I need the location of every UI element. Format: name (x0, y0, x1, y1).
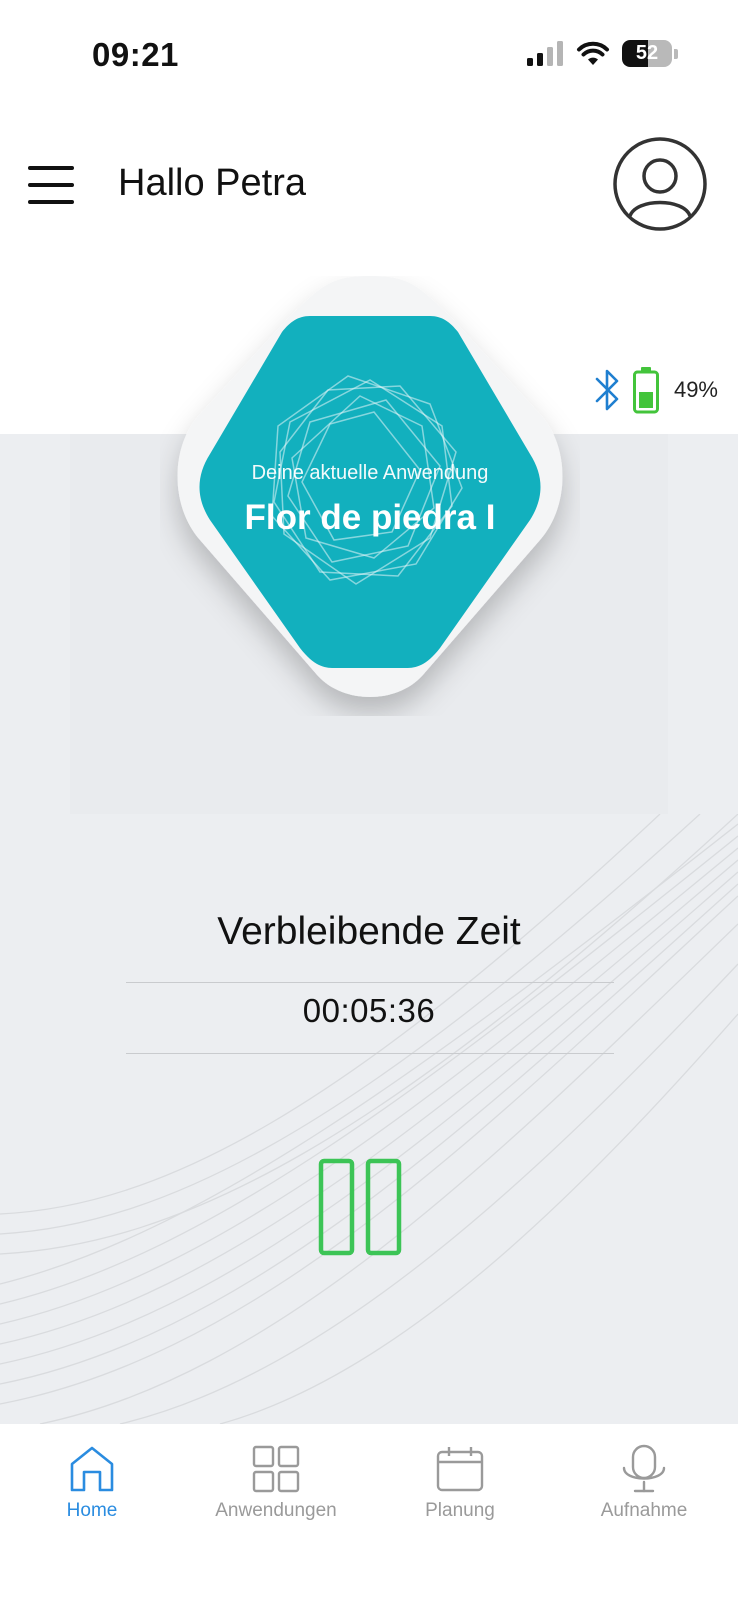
timer-divider-top (126, 982, 614, 983)
remaining-time-value: 00:05:36 (302, 992, 436, 1029)
user-avatar-icon[interactable] (612, 136, 708, 232)
remaining-time-label: Verbleibende Zeit (217, 910, 521, 953)
pause-button[interactable] (318, 1158, 404, 1258)
diamond-shape (177, 276, 563, 697)
home-icon (70, 1446, 114, 1492)
tab-planung-label: Planung (425, 1500, 495, 1521)
greeting-title: Hallo Petra (118, 162, 306, 204)
status-time: 09:21 (92, 36, 179, 73)
current-application-subtitle: Deine aktuelle Anwendung (251, 462, 489, 484)
hamburger-icon (28, 166, 74, 170)
tab-aufnahme[interactable]: Aufnahme (552, 1444, 736, 1534)
device-battery-percent: 49% (673, 377, 718, 402)
calendar-icon (436, 1447, 484, 1492)
wifi-icon (577, 41, 609, 65)
app-header: Hallo Petra (0, 130, 738, 240)
tab-aufnahme-label: Aufnahme (600, 1500, 688, 1521)
grid-icon (252, 1445, 300, 1493)
phone-battery-icon: 52 (622, 40, 672, 67)
hamburger-menu-button[interactable] (28, 166, 74, 204)
device-battery-icon (632, 367, 659, 414)
wave-pattern (0, 814, 738, 1424)
tab-planung[interactable]: Planung (368, 1444, 552, 1534)
tab-home-label: Home (66, 1500, 118, 1521)
phone-battery-level: 52 (635, 42, 659, 64)
pause-icon (318, 1158, 402, 1256)
bottom-tab-bar: Home Anwendungen Planung Aufnahme (0, 1424, 738, 1600)
signal-icon (527, 40, 563, 66)
microphone-icon (622, 1444, 666, 1493)
bluetooth-icon (595, 369, 619, 411)
current-application-title: Flor de piedra I (244, 498, 496, 537)
timer-divider-bottom (126, 1053, 614, 1054)
status-icons: 52 (526, 40, 678, 67)
tab-anwendungen-label: Anwendungen (215, 1500, 337, 1521)
device-status: 49% (594, 366, 718, 414)
tab-anwendungen[interactable]: Anwendungen (184, 1444, 368, 1534)
current-application-card[interactable]: Deine aktuelle Anwendung Flor de piedra … (160, 276, 580, 716)
tab-home[interactable]: Home (0, 1444, 184, 1534)
status-bar: 09:21 52 (0, 0, 738, 110)
